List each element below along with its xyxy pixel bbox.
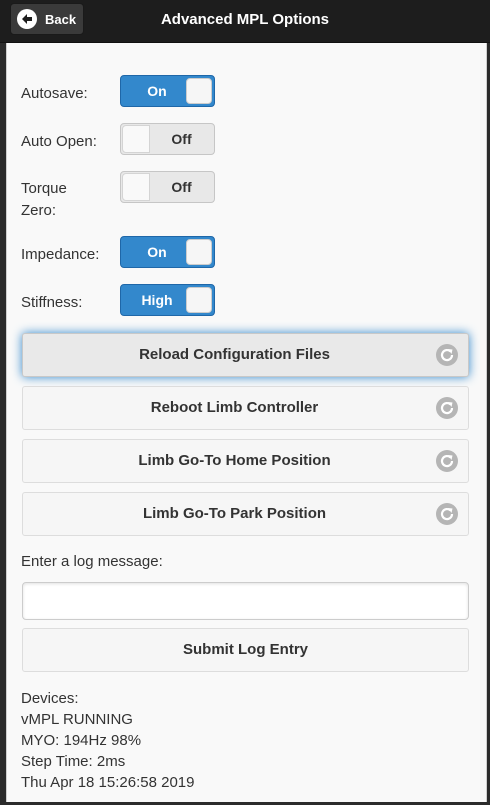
- toggle-knob: [186, 287, 212, 313]
- device-status: Devices: vMPL RUNNING MYO: 194Hz 98% Ste…: [21, 688, 194, 793]
- devices-label: Devices:: [21, 690, 79, 707]
- status-line: vMPL RUNNING: [21, 711, 133, 728]
- toggle-knob: [122, 173, 150, 201]
- page-title: Advanced MPL Options: [160, 11, 330, 28]
- autosave-toggle-state: On: [147, 83, 167, 99]
- toggle-knob: [122, 125, 150, 153]
- reboot-limb-button[interactable]: Reboot Limb Controller: [22, 386, 469, 430]
- stiffness-toggle-state: High: [141, 292, 173, 308]
- auto-open-toggle[interactable]: Off: [120, 123, 215, 155]
- impedance-toggle[interactable]: On: [120, 236, 215, 268]
- reboot-limb-label: Reboot Limb Controller: [150, 399, 319, 416]
- refresh-icon: [436, 344, 458, 366]
- stiffness-toggle[interactable]: High: [120, 284, 215, 316]
- torque-zero-label: Torque Zero:: [21, 178, 67, 222]
- toggle-knob: [186, 78, 212, 104]
- reload-config-label: Reload Configuration Files: [139, 346, 330, 363]
- log-message-input[interactable]: [22, 582, 469, 620]
- torque-zero-toggle-state: Off: [171, 179, 192, 195]
- home-position-label: Limb Go-To Home Position: [138, 452, 331, 469]
- park-position-button[interactable]: Limb Go-To Park Position: [22, 492, 469, 536]
- stiffness-label: Stiffness:: [21, 294, 83, 311]
- home-position-button[interactable]: Limb Go-To Home Position: [22, 439, 469, 483]
- refresh-icon: [436, 503, 458, 525]
- autosave-label: Autosave:: [21, 85, 88, 102]
- status-line: Step Time: 2ms: [21, 753, 126, 770]
- impedance-label: Impedance:: [21, 246, 100, 263]
- refresh-icon: [436, 450, 458, 472]
- torque-zero-label-line1: Torque: [21, 180, 67, 197]
- impedance-toggle-state: On: [147, 244, 167, 260]
- status-timestamp: Thu Apr 18 15:26:58 2019: [21, 774, 195, 791]
- torque-zero-toggle[interactable]: Off: [120, 171, 215, 203]
- log-message-label: Enter a log message:: [21, 553, 163, 570]
- auto-open-toggle-state: Off: [171, 131, 192, 147]
- auto-open-label: Auto Open:: [21, 133, 97, 150]
- header-bar: Back Advanced MPL Options: [0, 0, 490, 43]
- options-panel: Autosave: On Auto Open: Off Torque Zero:…: [6, 43, 487, 802]
- refresh-icon: [436, 397, 458, 419]
- torque-zero-label-line2: Zero:: [21, 202, 57, 219]
- submit-log-button[interactable]: Submit Log Entry: [22, 628, 469, 672]
- park-position-label: Limb Go-To Park Position: [142, 505, 327, 522]
- autosave-toggle[interactable]: On: [120, 75, 215, 107]
- status-line: MYO: 194Hz 98%: [21, 732, 142, 749]
- toggle-knob: [186, 239, 212, 265]
- reload-config-button[interactable]: Reload Configuration Files: [22, 333, 469, 377]
